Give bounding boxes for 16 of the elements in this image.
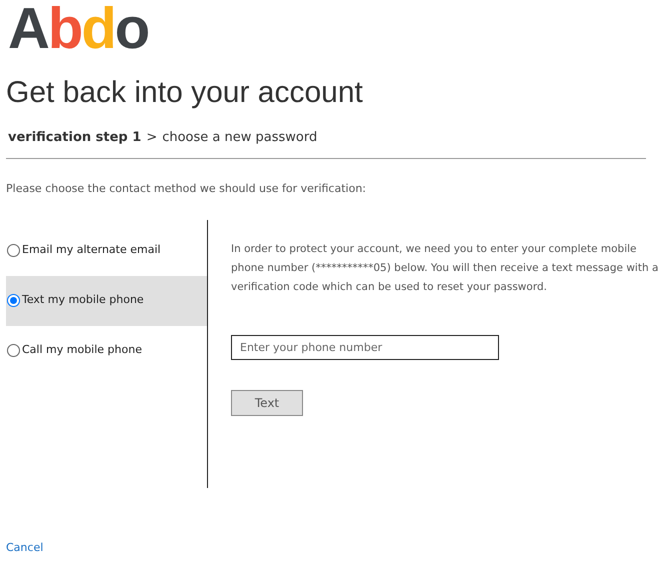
contact-method-option[interactable]: Text my mobile phone — [6, 276, 207, 326]
next-step: choose a new password — [162, 128, 318, 148]
cancel-link[interactable]: Cancel — [6, 540, 44, 556]
text-button[interactable]: Text — [231, 390, 303, 416]
contact-method-option[interactable]: Email my alternate email — [6, 226, 207, 276]
page-title: Get back into your account — [6, 75, 363, 111]
instruction-prompt: Please choose the contact method we should use for verification: — [6, 181, 366, 197]
contact-method-option[interactable]: Call my mobile phone — [6, 326, 207, 376]
step-separator: > — [146, 129, 158, 148]
radio-button[interactable] — [7, 244, 20, 257]
instructions-text: In order to protect your account, we need you to enter your complete mobile phone number (***********05) below. You will then receive a text message with a verification code which can be used to reset your password. — [231, 242, 660, 294]
current-step: verification step 1 — [8, 128, 142, 148]
logo: Abdo — [8, 0, 148, 58]
radio-button[interactable] — [7, 344, 20, 357]
phone-number-field[interactable]: Enter your phone number — [231, 334, 499, 360]
radio-button[interactable] — [7, 294, 20, 307]
